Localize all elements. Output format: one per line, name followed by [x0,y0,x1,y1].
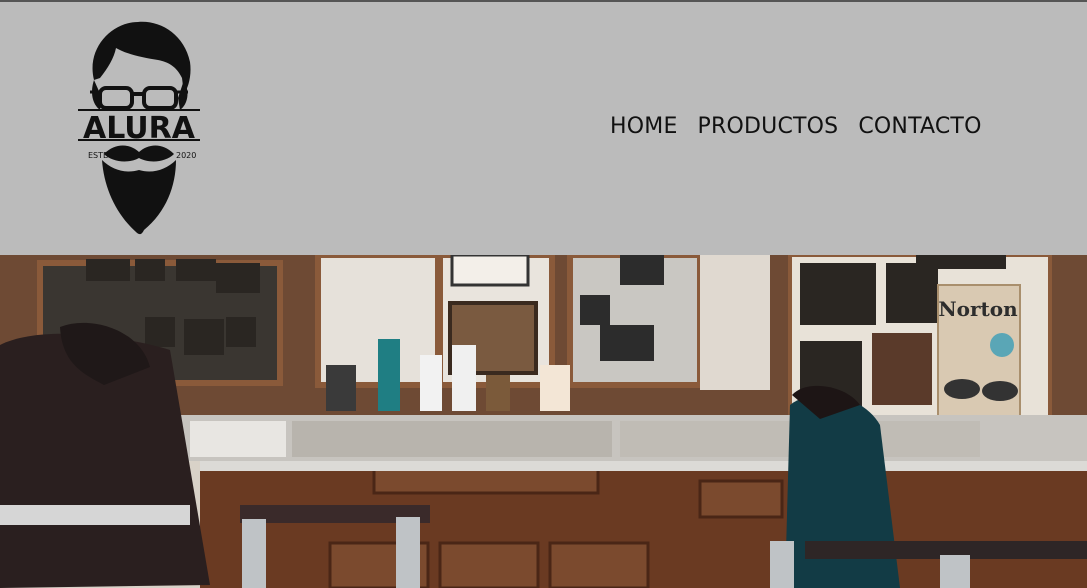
nav-link-productos[interactable]: PRODUCTOS [698,114,839,139]
logo-established-year: 2020 [176,151,196,160]
logo-name: ALURA [83,111,196,146]
norton-sign-text: Norton [938,297,1018,321]
nav-link-home[interactable]: HOME [610,114,678,139]
logo-established-label: ESTD [88,151,109,160]
nav-link-contacto[interactable]: CONTACTO [858,114,981,139]
main-nav: HOME PRODUCTOS CONTACTO [610,114,982,139]
hero-banner-image: Norton [0,255,1087,588]
site-header: ALURA ESTD 2020 HOME PRODUCTOS CONTACTO [0,2,1087,255]
barbershop-photo: Norton [0,255,1087,588]
alura-logo[interactable]: ALURA ESTD 2020 [76,18,202,240]
